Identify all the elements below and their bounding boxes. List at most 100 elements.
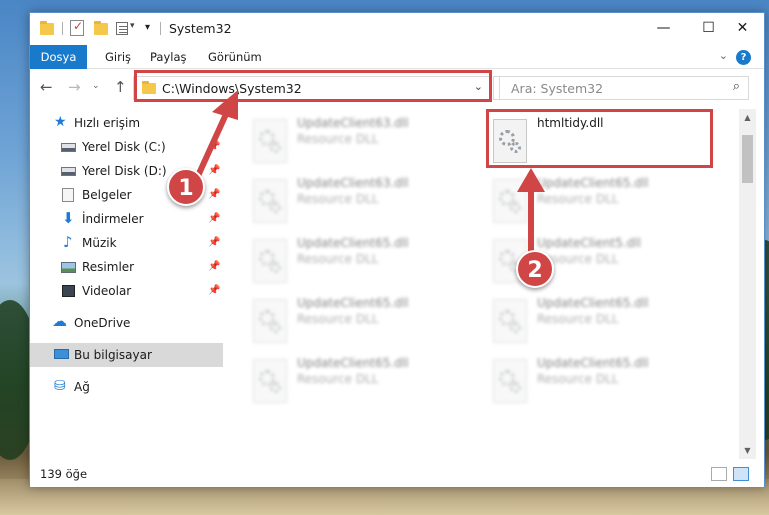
file-name: UpdateClient65.dll: [537, 176, 649, 190]
onedrive-icon: ☁: [52, 312, 67, 330]
dll-file-icon: [253, 119, 287, 163]
sidebar-item-label: Hızlı erişim: [74, 116, 141, 130]
file-item[interactable]: UpdateClient65.dll Resource DLL: [225, 233, 451, 293]
sidebar-item-label: Belgeler: [82, 188, 132, 202]
file-item[interactable]: UpdateClient63.dll Resource DLL: [225, 113, 451, 173]
sidebar-item-network[interactable]: ⛁ Ağ: [30, 375, 223, 399]
sidebar-item-label: Müzik: [82, 236, 117, 250]
file-highlight-box: [486, 109, 713, 168]
sidebar-item-onedrive[interactable]: ☁ OneDrive: [30, 311, 223, 335]
computer-icon: [54, 349, 69, 359]
pin-icon[interactable]: 📌: [208, 213, 220, 224]
pin-icon[interactable]: 📌: [208, 237, 220, 248]
file-item[interactable]: UpdateClient65.dll Resource DLL: [225, 353, 451, 413]
file-item[interactable]: UpdateClient65.dll Resource DLL: [465, 173, 691, 233]
step-callout-2: 2: [516, 250, 554, 288]
dll-file-icon: [253, 179, 287, 223]
file-name: UpdateClient65.dll: [297, 236, 409, 250]
sidebar-item-label: Resimler: [82, 260, 135, 274]
new-folder-icon[interactable]: [94, 21, 108, 35]
disk-icon: [61, 143, 76, 152]
download-icon: ⬇: [62, 209, 75, 227]
file-type: Resource DLL: [297, 132, 379, 146]
file-type: Resource DLL: [297, 252, 379, 266]
search-box[interactable]: Ara: System32 ⌕: [499, 76, 749, 100]
videos-icon: [62, 285, 75, 297]
file-item[interactable]: UpdateClient5.dll Resource DLL: [465, 233, 691, 293]
folder-icon: [40, 21, 54, 35]
file-name: UpdateClient5.dll: [537, 236, 641, 250]
window-title: System32: [169, 21, 232, 36]
file-item[interactable]: UpdateClient63.dll Resource DLL: [225, 173, 451, 233]
scrollbar-thumb[interactable]: [742, 135, 753, 183]
file-type: Resource DLL: [297, 372, 379, 386]
sidebar-item-label: Yerel Disk (D:): [82, 164, 167, 178]
back-button[interactable]: ←: [40, 78, 53, 96]
music-icon: ♪: [63, 233, 73, 251]
pin-icon[interactable]: 📌: [208, 141, 220, 152]
address-highlight-box: [134, 70, 492, 102]
pin-icon[interactable]: 📌: [208, 165, 220, 176]
sidebar-item-pictures[interactable]: Resimler 📌: [30, 255, 223, 279]
recent-locations-button[interactable]: ⌄: [92, 81, 100, 91]
pictures-icon: [61, 262, 76, 273]
quick-access-dropdown-icon[interactable]: ▾: [145, 22, 150, 33]
dll-file-icon: [253, 299, 287, 343]
sidebar-item-local-disk-c[interactable]: Yerel Disk (C:) 📌: [30, 135, 223, 159]
dll-file-icon: [493, 179, 527, 223]
sidebar-item-this-pc[interactable]: Bu bilgisayar: [30, 343, 223, 367]
scroll-down-arrow-icon[interactable]: ▼: [739, 442, 756, 459]
sidebar-item-downloads[interactable]: ⬇ İndirmeler 📌: [30, 207, 223, 231]
pin-icon[interactable]: 📌: [208, 261, 220, 272]
file-type: Resource DLL: [297, 192, 379, 206]
dll-file-icon: [253, 239, 287, 283]
file-item[interactable]: UpdateClient65.dll Resource DLL: [465, 293, 691, 353]
sidebar-item-label: İndirmeler: [82, 212, 144, 226]
sidebar-item-label: Videolar: [82, 284, 132, 298]
sidebar-item-videos[interactable]: Videolar 📌: [30, 279, 223, 303]
file-name: UpdateClient65.dll: [297, 296, 409, 310]
file-type: Resource DLL: [297, 312, 379, 326]
dll-file-icon: [493, 359, 527, 403]
sidebar-item-label: Yerel Disk (C:): [82, 140, 166, 154]
up-button[interactable]: ↑: [114, 78, 127, 96]
toolbar-separator: [160, 22, 161, 35]
file-name: UpdateClient63.dll: [297, 176, 409, 190]
sidebar-item-label: Bu bilgisayar: [74, 348, 152, 362]
properties-check-icon[interactable]: [70, 19, 84, 36]
file-name: UpdateClient63.dll: [297, 116, 409, 130]
vertical-scrollbar[interactable]: ▲ ▼: [739, 109, 756, 459]
navigation-pane: ★ Hızlı erişim Yerel Disk (C:) 📌 Yerel D…: [30, 109, 225, 459]
pin-icon[interactable]: 📌: [208, 189, 220, 200]
ribbon-tabs: Dosya Giriş Paylaş Görünüm ⌄ ?: [30, 45, 764, 105]
network-icon: ⛁: [54, 378, 66, 394]
file-type: Resource DLL: [537, 312, 619, 326]
file-item[interactable]: UpdateClient65.dll Resource DLL: [465, 353, 691, 413]
sidebar-item-label: OneDrive: [74, 316, 131, 330]
minimize-button[interactable]: —: [641, 13, 686, 43]
file-type: Resource DLL: [537, 192, 619, 206]
pin-icon[interactable]: 📌: [208, 285, 220, 296]
details-view-icon[interactable]: [711, 467, 727, 481]
tab-giris[interactable]: Giriş: [93, 45, 143, 69]
toolbar-separator: [62, 22, 63, 35]
sidebar-item-quick-access[interactable]: ★ Hızlı erişim: [30, 111, 223, 135]
help-icon[interactable]: ?: [736, 50, 751, 65]
search-placeholder: Ara: System32: [511, 81, 604, 96]
customize-view-icon[interactable]: [116, 22, 128, 35]
file-item[interactable]: UpdateClient65.dll Resource DLL: [225, 293, 451, 353]
tab-paylas[interactable]: Paylaş: [138, 45, 199, 69]
search-icon[interactable]: ⌕: [733, 79, 740, 94]
sidebar-item-label: Ağ: [74, 380, 90, 394]
title-bar: ▾ ▾ System32 — ☐ ✕: [30, 13, 764, 45]
sidebar-item-music[interactable]: ♪ Müzik 📌: [30, 231, 223, 255]
status-bar: 139 öğe: [30, 461, 764, 487]
tab-gorunum[interactable]: Görünüm: [196, 45, 274, 69]
dll-file-icon: [493, 299, 527, 343]
quick-access-caret-icon[interactable]: ▾: [130, 21, 135, 31]
forward-button[interactable]: →: [68, 78, 81, 96]
scroll-up-arrow-icon[interactable]: ▲: [739, 109, 756, 126]
ribbon-expand-chevron-icon[interactable]: ⌄: [719, 49, 728, 62]
close-button[interactable]: ✕: [720, 13, 765, 43]
large-icons-view-icon[interactable]: [733, 467, 749, 481]
